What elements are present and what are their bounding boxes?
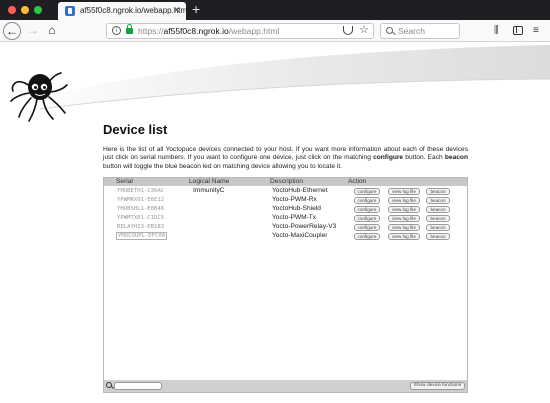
table-row: YHUBETH1-C36AC ImmunityC YoctoHub-Ethern… bbox=[104, 187, 467, 196]
header-logical-name[interactable]: Logical Name bbox=[189, 178, 229, 186]
star-icon[interactable]: ☆ bbox=[359, 24, 369, 37]
view-log-button[interactable]: view log file bbox=[388, 232, 420, 240]
configure-button[interactable]: configure bbox=[354, 187, 380, 195]
intro-beacon-word: beacon bbox=[444, 154, 468, 162]
header-action: Action bbox=[348, 178, 367, 185]
intro-part-3: button will toggle the blue beacon led o… bbox=[103, 162, 342, 170]
configure-button[interactable]: configure bbox=[354, 214, 380, 222]
back-button[interactable]: ← bbox=[3, 22, 21, 40]
url-text[interactable]: https://af55f0c8.ngrok.io/webapp.html bbox=[138, 26, 279, 36]
beacon-button[interactable]: beacon bbox=[426, 232, 450, 240]
close-tab-icon[interactable]: ✕ bbox=[173, 5, 181, 15]
device-description: Yocto-PWM-Rx bbox=[272, 196, 317, 203]
view-log-button[interactable]: view log file bbox=[388, 187, 420, 195]
page-banner bbox=[0, 43, 550, 128]
browser-tab[interactable]: af55f0c8.ngrok.io/webapp.html ✕ bbox=[58, 2, 189, 20]
device-table: Serial Logical Name Description Action Y… bbox=[103, 177, 468, 393]
table-row: YHUBSHL1-E8B46 YoctoHub-Shield configure… bbox=[104, 205, 467, 214]
url-path: /webapp.html bbox=[228, 26, 280, 36]
serial-link[interactable]: RELAYHI3-EB183 bbox=[116, 224, 165, 231]
minimize-window-button[interactable] bbox=[21, 6, 29, 14]
search-field[interactable]: Search bbox=[380, 23, 460, 39]
pocket-icon[interactable] bbox=[343, 26, 353, 35]
serial-link[interactable]: YHUBETH1-C36AC bbox=[116, 188, 165, 195]
header-serial[interactable]: Serial bbox=[116, 178, 133, 186]
banner-swoosh bbox=[20, 45, 550, 110]
serial-link[interactable]: YHUBSHL1-E8B46 bbox=[116, 206, 165, 213]
beacon-button[interactable]: beacon bbox=[426, 187, 450, 195]
intro-part-2: button. Each bbox=[403, 154, 445, 162]
close-window-button[interactable] bbox=[8, 6, 16, 14]
device-description: YoctoHub-Shield bbox=[272, 205, 321, 212]
view-log-button[interactable]: view log file bbox=[388, 196, 420, 204]
configure-button[interactable]: configure bbox=[354, 223, 380, 231]
device-description: Yocto-MaxiCoupler bbox=[272, 232, 328, 239]
view-log-button[interactable]: view log file bbox=[388, 214, 420, 222]
table-footer: Show device functions bbox=[104, 380, 467, 392]
library-icon[interactable]: ⫼ bbox=[494, 25, 499, 37]
serial-link[interactable]: YPWMTX01-C1DC5 bbox=[116, 215, 165, 222]
header-description[interactable]: Description bbox=[270, 178, 303, 186]
table-row: YPWMTX01-C1DC5 Yocto-PWM-Tx configure vi… bbox=[104, 214, 467, 223]
url-host: af55f0c8.ngrok.io bbox=[163, 26, 229, 36]
intro-text: Here is the list of all Yoctopuce device… bbox=[103, 146, 468, 171]
serial-link[interactable]: YMXCOUPL-DFC08 bbox=[116, 232, 168, 240]
home-button[interactable]: ⌂ bbox=[43, 22, 61, 40]
device-description: Yocto-PowerRelay-V3 bbox=[272, 223, 337, 230]
url-bar[interactable]: i https://af55f0c8.ngrok.io/webapp.html … bbox=[106, 23, 374, 39]
logical-name: ImmunityC bbox=[193, 187, 225, 194]
filter-input[interactable] bbox=[114, 382, 162, 390]
sidebar-icon[interactable] bbox=[513, 26, 523, 35]
tab-bar: af55f0c8.ngrok.io/webapp.html ✕ + bbox=[0, 0, 550, 20]
maximize-window-button[interactable] bbox=[34, 6, 42, 14]
menu-icon[interactable]: ≡ bbox=[533, 25, 539, 37]
forward-button[interactable]: → bbox=[24, 22, 42, 40]
intro-configure-word: configure bbox=[373, 154, 404, 162]
url-scheme: https:// bbox=[138, 26, 164, 36]
table-row: RELAYHI3-EB183 Yocto-PowerRelay-V3 confi… bbox=[104, 223, 467, 232]
show-device-functions-button[interactable]: Show device functions bbox=[410, 382, 465, 390]
beacon-button[interactable]: beacon bbox=[426, 205, 450, 213]
table-row: YMXCOUPL-DFC08 Yocto-MaxiCoupler configu… bbox=[104, 232, 467, 241]
table-row: YPWMRX01-E6E12 Yocto-PWM-Rx configure vi… bbox=[104, 196, 467, 205]
configure-button[interactable]: configure bbox=[354, 205, 380, 213]
page-title: Device list bbox=[103, 122, 168, 137]
configure-button[interactable]: configure bbox=[354, 232, 380, 240]
view-log-button[interactable]: view log file bbox=[388, 205, 420, 213]
configure-button[interactable]: configure bbox=[354, 196, 380, 204]
view-log-button[interactable]: view log file bbox=[388, 223, 420, 231]
beacon-button[interactable]: beacon bbox=[426, 196, 450, 204]
yoctopuce-logo-icon bbox=[10, 72, 68, 122]
table-header: Serial Logical Name Description Action bbox=[104, 178, 467, 186]
lock-icon[interactable] bbox=[126, 24, 133, 34]
device-description: YoctoHub-Ethernet bbox=[272, 187, 328, 194]
beacon-button[interactable]: beacon bbox=[426, 214, 450, 222]
search-placeholder: Search bbox=[398, 26, 425, 36]
info-icon[interactable]: i bbox=[112, 26, 121, 35]
search-icon bbox=[386, 27, 393, 34]
favicon-icon bbox=[65, 6, 75, 16]
new-tab-button[interactable]: + bbox=[192, 1, 200, 17]
navigation-bar: ← → ⌂ i https://af55f0c8.ngrok.io/webapp… bbox=[0, 20, 550, 42]
search-icon bbox=[106, 382, 112, 388]
beacon-button[interactable]: beacon bbox=[426, 223, 450, 231]
device-description: Yocto-PWM-Tx bbox=[272, 214, 317, 221]
serial-link[interactable]: YPWMRX01-E6E12 bbox=[116, 197, 165, 204]
